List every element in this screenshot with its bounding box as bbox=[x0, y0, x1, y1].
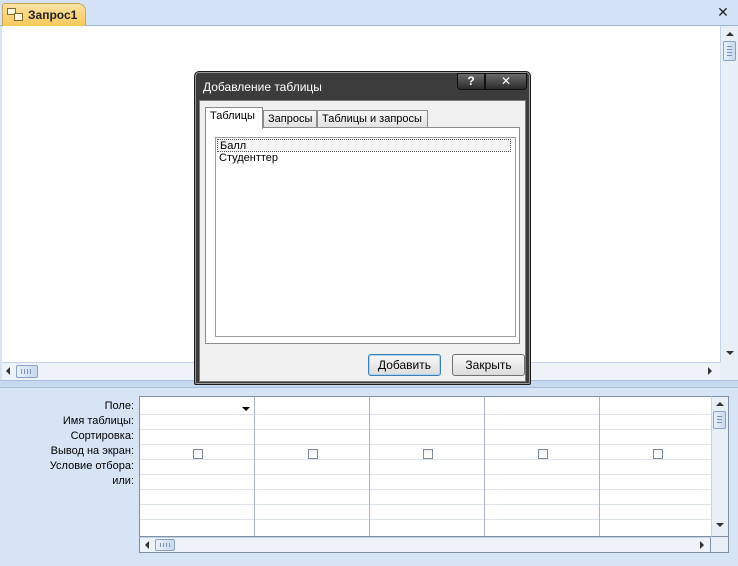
query-design-grid[interactable] bbox=[139, 396, 711, 537]
row-label-show: Вывод на экран: bbox=[50, 445, 134, 457]
grid-scroll-up-arrow-icon[interactable] bbox=[716, 402, 724, 406]
show-checkbox-5[interactable] bbox=[653, 449, 663, 459]
tab-panel-tables: Балл Студенттер bbox=[205, 127, 520, 344]
tab-tables-and-queries[interactable]: Таблицы и запросы bbox=[317, 110, 428, 128]
query-icon bbox=[7, 8, 23, 22]
design-hscroll-thumb[interactable] bbox=[16, 365, 38, 378]
grid-horizontal-scrollbar[interactable] bbox=[139, 537, 711, 553]
scroll-up-arrow-icon[interactable] bbox=[726, 32, 734, 36]
grid-vertical-scrollbar[interactable] bbox=[711, 396, 729, 537]
show-checkbox-4[interactable] bbox=[538, 449, 548, 459]
table-listbox[interactable]: Балл Студенттер bbox=[215, 137, 516, 337]
scroll-corner bbox=[720, 362, 738, 380]
show-checkbox-2[interactable] bbox=[308, 449, 318, 459]
grid-column-5[interactable] bbox=[600, 397, 711, 536]
row-label-field: Поле: bbox=[104, 400, 134, 412]
tab-tables[interactable]: Таблицы bbox=[205, 107, 263, 129]
grid-column-3[interactable] bbox=[370, 397, 485, 536]
scroll-down-arrow-icon[interactable] bbox=[726, 351, 734, 355]
row-label-criteria: Условие отбора: bbox=[49, 460, 134, 472]
row-label-sort: Сортировка: bbox=[70, 430, 134, 442]
grid-scroll-down-arrow-icon[interactable] bbox=[716, 523, 724, 527]
scroll-left-arrow-icon[interactable] bbox=[6, 367, 10, 375]
grid-row-labels: Поле: Имя таблицы: Сортировка: Вывод на … bbox=[0, 399, 134, 489]
row-label-or: или: bbox=[112, 475, 134, 487]
add-button[interactable]: Добавить bbox=[368, 354, 441, 376]
dialog-body: Таблицы Запросы Таблицы и запросы Балл С… bbox=[199, 100, 526, 382]
document-tab-bar: Запрос1 ✕ bbox=[0, 0, 738, 26]
dialog-title: Добавление таблицы bbox=[203, 80, 322, 94]
close-document-icon[interactable]: ✕ bbox=[716, 5, 730, 19]
field-dropdown-arrow-icon[interactable] bbox=[242, 407, 250, 411]
row-label-table-name: Имя таблицы: bbox=[62, 415, 134, 427]
list-item-studentter[interactable]: Студенттер bbox=[217, 152, 278, 165]
document-tab-label: Запрос1 bbox=[28, 8, 78, 22]
document-tab-query1[interactable]: Запрос1 bbox=[2, 3, 86, 26]
grid-scroll-left-arrow-icon[interactable] bbox=[145, 541, 149, 549]
help-icon[interactable]: ? bbox=[457, 73, 485, 90]
grid-column-4[interactable] bbox=[485, 397, 600, 536]
grid-column-2[interactable] bbox=[255, 397, 370, 536]
grid-scroll-corner bbox=[711, 537, 729, 553]
close-button[interactable]: Закрыть bbox=[452, 354, 525, 376]
grid-vscroll-thumb[interactable] bbox=[713, 411, 726, 429]
scroll-right-arrow-icon[interactable] bbox=[708, 367, 712, 375]
dialog-close-icon[interactable]: ✕ bbox=[485, 73, 527, 90]
design-vscroll-thumb[interactable] bbox=[723, 41, 736, 61]
grid-scroll-right-arrow-icon[interactable] bbox=[700, 541, 704, 549]
list-item-ball[interactable]: Балл bbox=[217, 139, 511, 152]
tab-queries[interactable]: Запросы bbox=[263, 110, 317, 128]
show-checkbox-1[interactable] bbox=[193, 449, 203, 459]
grid-hscroll-thumb[interactable] bbox=[155, 539, 175, 551]
design-vertical-scrollbar[interactable] bbox=[720, 26, 738, 362]
show-checkbox-3[interactable] bbox=[423, 449, 433, 459]
grid-column-1[interactable] bbox=[140, 397, 255, 536]
add-table-dialog: Добавление таблицы ? ✕ Таблицы Запросы Т… bbox=[194, 71, 531, 385]
